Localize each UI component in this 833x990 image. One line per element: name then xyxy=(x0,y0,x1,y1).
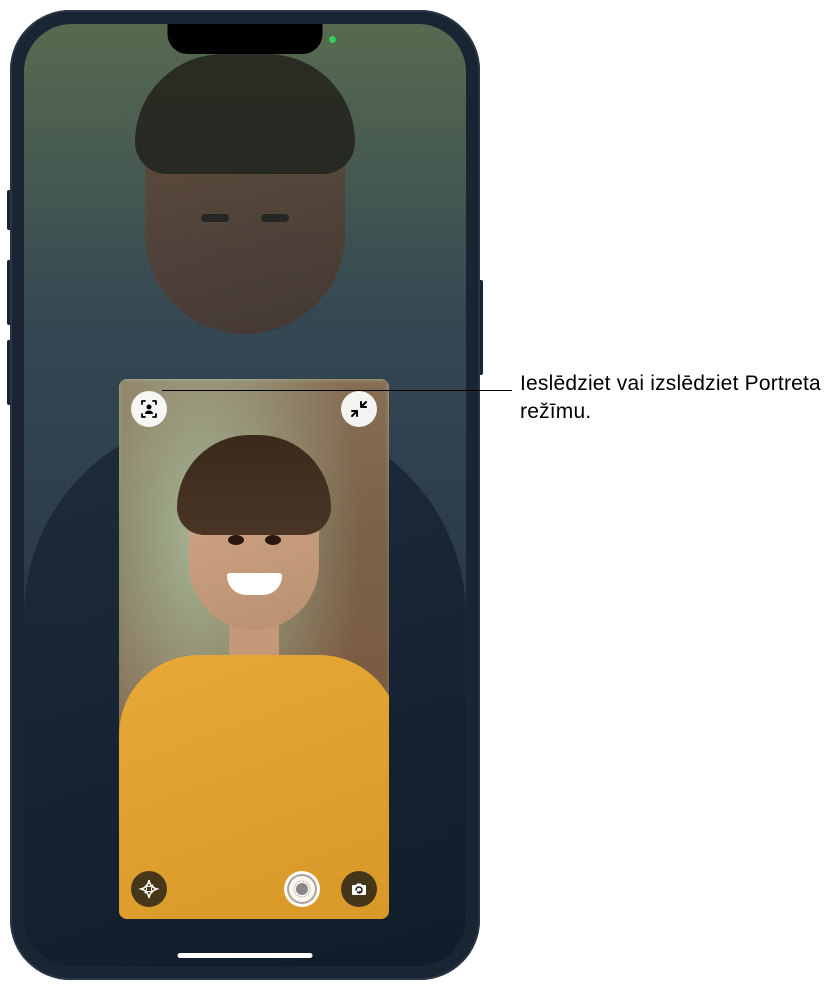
display-notch xyxy=(168,24,323,54)
phone-device-frame xyxy=(10,10,480,980)
portrait-mode-button[interactable] xyxy=(131,391,167,427)
flip-camera-icon xyxy=(349,879,369,899)
portrait-person-icon xyxy=(139,399,159,419)
effects-button[interactable] xyxy=(131,871,167,907)
shutter-circle-icon xyxy=(293,880,311,898)
live-photo-shutter-button[interactable] xyxy=(284,871,320,907)
home-indicator[interactable] xyxy=(178,953,313,958)
local-self-video-tile[interactable] xyxy=(119,379,389,919)
flip-camera-button[interactable] xyxy=(341,871,377,907)
volume-up-button xyxy=(7,260,10,325)
phone-screen xyxy=(24,24,466,966)
callout-leader-line xyxy=(162,390,512,391)
callout-portrait-mode-text: Ieslēdziet vai izslēdziet Portreta režīm… xyxy=(520,370,833,427)
local-person xyxy=(119,460,389,919)
arrows-collapse-icon xyxy=(350,400,368,418)
volume-down-button xyxy=(7,340,10,405)
minimize-tile-button[interactable] xyxy=(341,391,377,427)
effects-star-icon xyxy=(138,878,160,900)
ringer-switch xyxy=(7,190,10,230)
side-button xyxy=(480,280,483,375)
camera-privacy-indicator xyxy=(329,36,336,43)
